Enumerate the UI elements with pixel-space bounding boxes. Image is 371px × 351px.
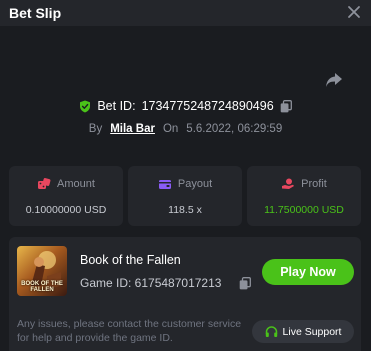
profit-label: Profit <box>301 178 327 190</box>
dice-icon <box>38 178 51 189</box>
verified-shield-icon <box>80 100 91 112</box>
payout-card: Payout 118.5 x <box>128 166 242 226</box>
copy-bet-id-icon[interactable] <box>280 99 292 113</box>
wallet-icon <box>158 180 171 189</box>
payout-label: Payout <box>177 178 213 190</box>
amount-card: Amount 0.10000000 USD <box>9 166 123 226</box>
profit-card: Profit 11.7500000 USD <box>247 166 361 226</box>
by-label: By <box>88 123 103 135</box>
thumbnail-logo-text: BOOK OF THE FALLEN <box>21 281 63 293</box>
play-now-button[interactable]: Play Now <box>262 259 354 285</box>
bet-slip-title: Bet Slip <box>9 5 62 21</box>
headset-icon <box>265 325 277 337</box>
bet-slip-header: Bet Slip <box>0 0 371 26</box>
profit-value: 11.7500000 USD <box>264 204 344 216</box>
bet-author-row: By Mila Bar On 5.6.2022, 06:29:59 <box>0 121 371 137</box>
on-label: On <box>162 123 179 135</box>
game-card: BOOK OF THE FALLEN Book of the Fallen Ga… <box>9 237 361 351</box>
game-id: Game ID: 6175487017213 <box>80 276 222 290</box>
game-thumbnail[interactable]: BOOK OF THE FALLEN <box>17 246 67 296</box>
user-link[interactable]: Mila Bar <box>110 123 155 135</box>
game-name: Book of the Fallen <box>80 253 181 267</box>
copy-game-id-icon[interactable] <box>239 277 251 290</box>
bet-id-value: 1734775248724890496 <box>141 99 274 113</box>
bet-datetime: 5.6.2022, 06:29:59 <box>186 123 283 135</box>
live-support-label: Live Support <box>282 325 342 338</box>
bet-id-label: Bet ID: <box>97 99 136 113</box>
close-icon[interactable] <box>347 5 361 19</box>
share-icon[interactable] <box>325 72 343 88</box>
amount-label: Amount <box>57 178 95 190</box>
bet-id-row: Bet ID: 1734775248724890496 <box>0 97 371 115</box>
support-message: Any issues, please contact the customer … <box>17 318 242 344</box>
payout-value: 118.5 x <box>168 204 202 216</box>
amount-value: 0.10000000 USD <box>25 204 107 216</box>
live-support-button[interactable]: Live Support <box>252 320 354 343</box>
hand-coins-icon <box>282 178 295 189</box>
